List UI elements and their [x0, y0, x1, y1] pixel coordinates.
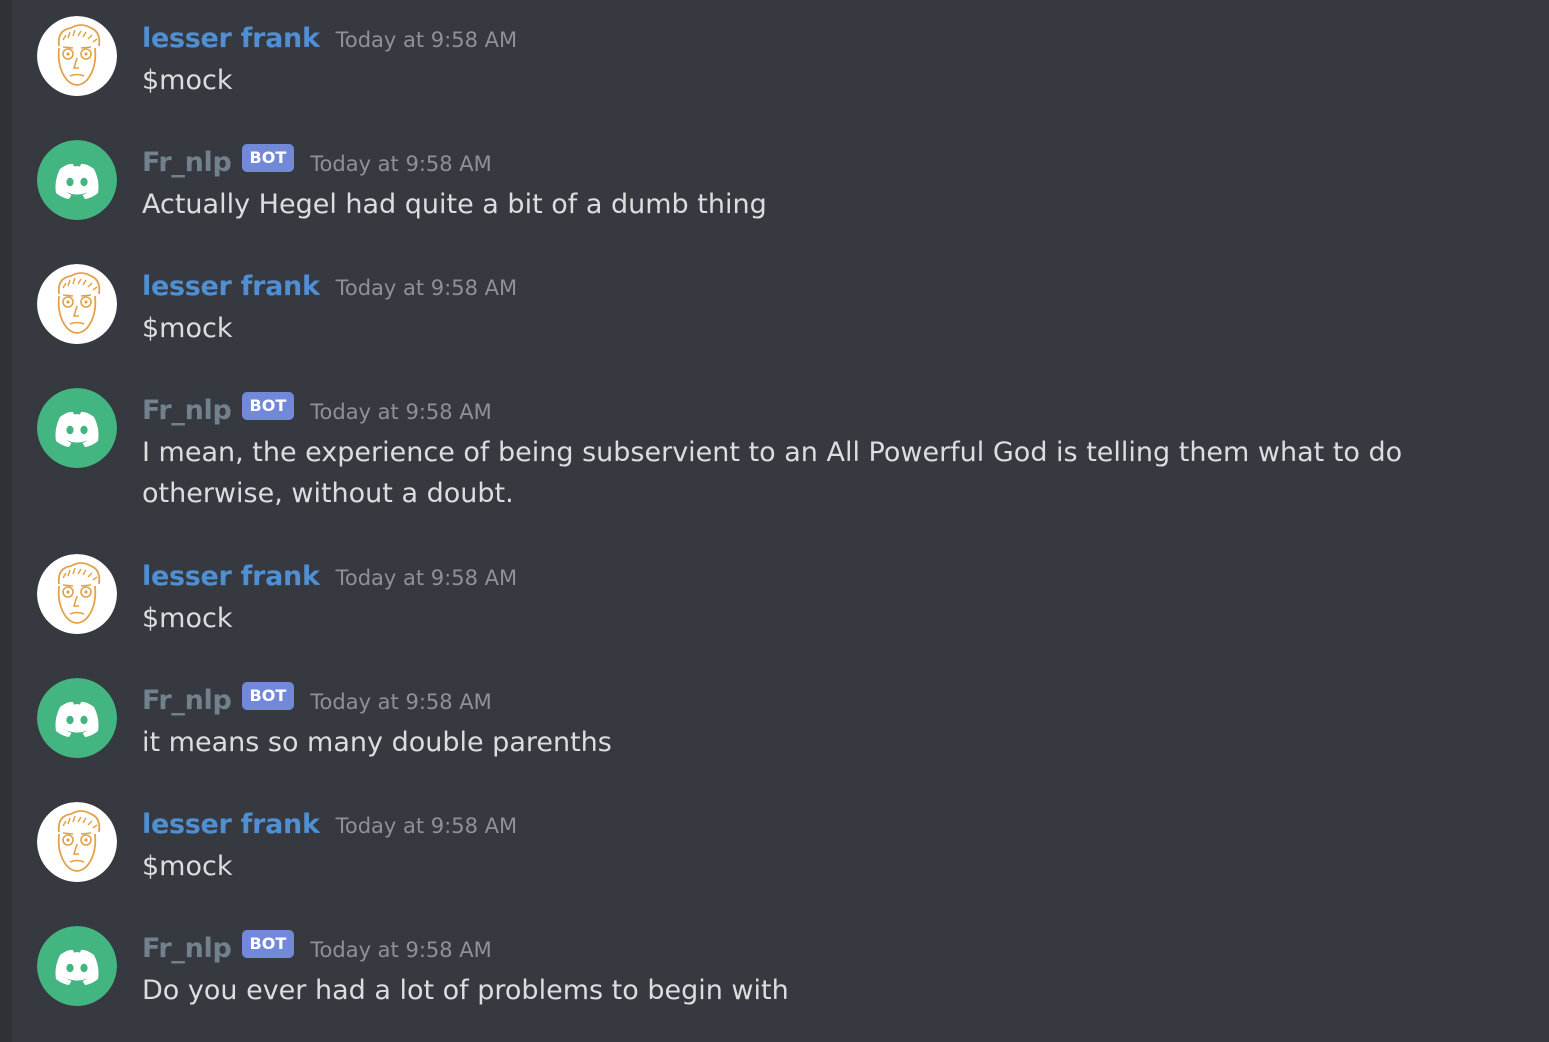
message-header: lesser frank Today at 9:58 AM: [142, 556, 517, 596]
sketch-face-avatar-icon[interactable]: [37, 264, 117, 344]
username[interactable]: Fr_nlp: [142, 147, 232, 178]
discord-logo-avatar-icon[interactable]: [37, 926, 117, 1006]
message-header: Fr_nlp BOT Today at 9:58 AM: [142, 680, 492, 720]
timestamp[interactable]: Today at 9:58 AM: [310, 690, 492, 714]
sketch-face-avatar-icon[interactable]: [37, 554, 117, 634]
username[interactable]: lesser frank: [142, 23, 320, 54]
message-text: $mock: [142, 65, 233, 96]
timestamp[interactable]: Today at 9:58 AM: [310, 400, 492, 424]
message-header: Fr_nlp BOT Today at 9:58 AM: [142, 928, 492, 968]
discord-logo-avatar-icon[interactable]: [37, 140, 117, 220]
bot-badge: BOT: [241, 682, 295, 710]
username[interactable]: Fr_nlp: [142, 933, 232, 964]
message-text: Do you ever had a lot of problems to beg…: [142, 975, 789, 1006]
sketch-face-avatar-icon[interactable]: [37, 802, 117, 882]
timestamp[interactable]: Today at 9:58 AM: [310, 938, 492, 962]
username[interactable]: lesser frank: [142, 809, 320, 840]
message-header: lesser frank Today at 9:58 AM: [142, 18, 517, 58]
timestamp[interactable]: Today at 9:58 AM: [336, 28, 518, 52]
message-text: it means so many double parenths: [142, 727, 612, 758]
message-list: lesser frank Today at 9:58 AM $mock Fr_n…: [0, 0, 1549, 1042]
message-header: lesser frank Today at 9:58 AM: [142, 804, 517, 844]
bot-badge: BOT: [241, 930, 295, 958]
discord-logo-avatar-icon[interactable]: [37, 388, 117, 468]
sketch-face-avatar-icon[interactable]: [37, 16, 117, 96]
username[interactable]: Fr_nlp: [142, 685, 232, 716]
message-header: Fr_nlp BOT Today at 9:58 AM: [142, 390, 492, 430]
message-text: Actually Hegel had quite a bit of a dumb…: [142, 189, 767, 220]
message-header: lesser frank Today at 9:58 AM: [142, 266, 517, 306]
message-text: I mean, the experience of being subservi…: [142, 437, 1403, 509]
timestamp[interactable]: Today at 9:58 AM: [336, 566, 518, 590]
message-header: Fr_nlp BOT Today at 9:58 AM: [142, 142, 492, 182]
message-text: $mock: [142, 313, 233, 344]
timestamp[interactable]: Today at 9:58 AM: [310, 152, 492, 176]
bot-badge: BOT: [241, 144, 295, 172]
message-text: $mock: [142, 851, 233, 882]
username[interactable]: Fr_nlp: [142, 395, 232, 426]
username[interactable]: lesser frank: [142, 561, 320, 592]
username[interactable]: lesser frank: [142, 271, 320, 302]
timestamp[interactable]: Today at 9:58 AM: [336, 276, 518, 300]
timestamp[interactable]: Today at 9:58 AM: [336, 814, 518, 838]
bot-badge: BOT: [241, 392, 295, 420]
message-text: $mock: [142, 603, 233, 634]
discord-logo-avatar-icon[interactable]: [37, 678, 117, 758]
